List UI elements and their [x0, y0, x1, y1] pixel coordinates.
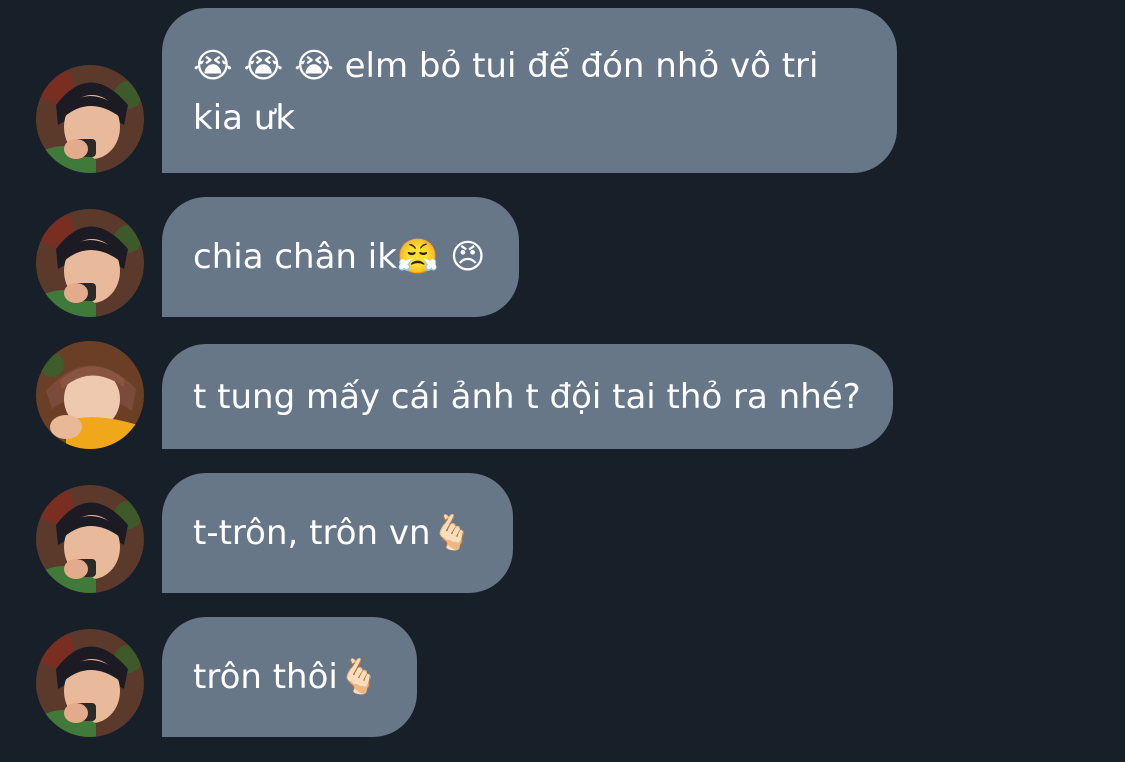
avatar-boy-icon[interactable]: [36, 629, 144, 737]
avatar-boy-icon[interactable]: [36, 65, 144, 173]
message-bubble[interactable]: trôn thôi🫰🏻: [162, 617, 417, 737]
message-text: t-trôn, trôn vn🫰🏻: [193, 513, 473, 553]
message-text: kia ưk: [193, 98, 296, 138]
chat-thread: 😭 😭 😭 elm bỏ tui để đón nhỏ vô tri kia ư…: [0, 0, 1125, 762]
avatar-boy-icon[interactable]: [36, 209, 144, 317]
message-bubble[interactable]: 😭 😭 😭 elm bỏ tui để đón nhỏ vô tri kia ư…: [162, 8, 897, 173]
avatar-girl-icon[interactable]: [36, 341, 144, 449]
message-text: trôn thôi🫰🏻: [193, 657, 381, 697]
message-text: 😭 😭 😭 elm bỏ tui để đón nhỏ vô tri: [193, 46, 819, 86]
message-bubble[interactable]: chia chân ik😤 😠: [162, 197, 519, 317]
avatar-boy-icon[interactable]: [36, 485, 144, 593]
message-text: chia chân ik😤 😠: [193, 237, 486, 277]
message-text: t tung mấy cái ảnh t đội tai thỏ ra nhé?: [193, 376, 861, 417]
message-bubble[interactable]: t-trôn, trôn vn🫰🏻: [162, 473, 513, 593]
message-bubble[interactable]: t tung mấy cái ảnh t đội tai thỏ ra nhé?: [162, 344, 893, 449]
